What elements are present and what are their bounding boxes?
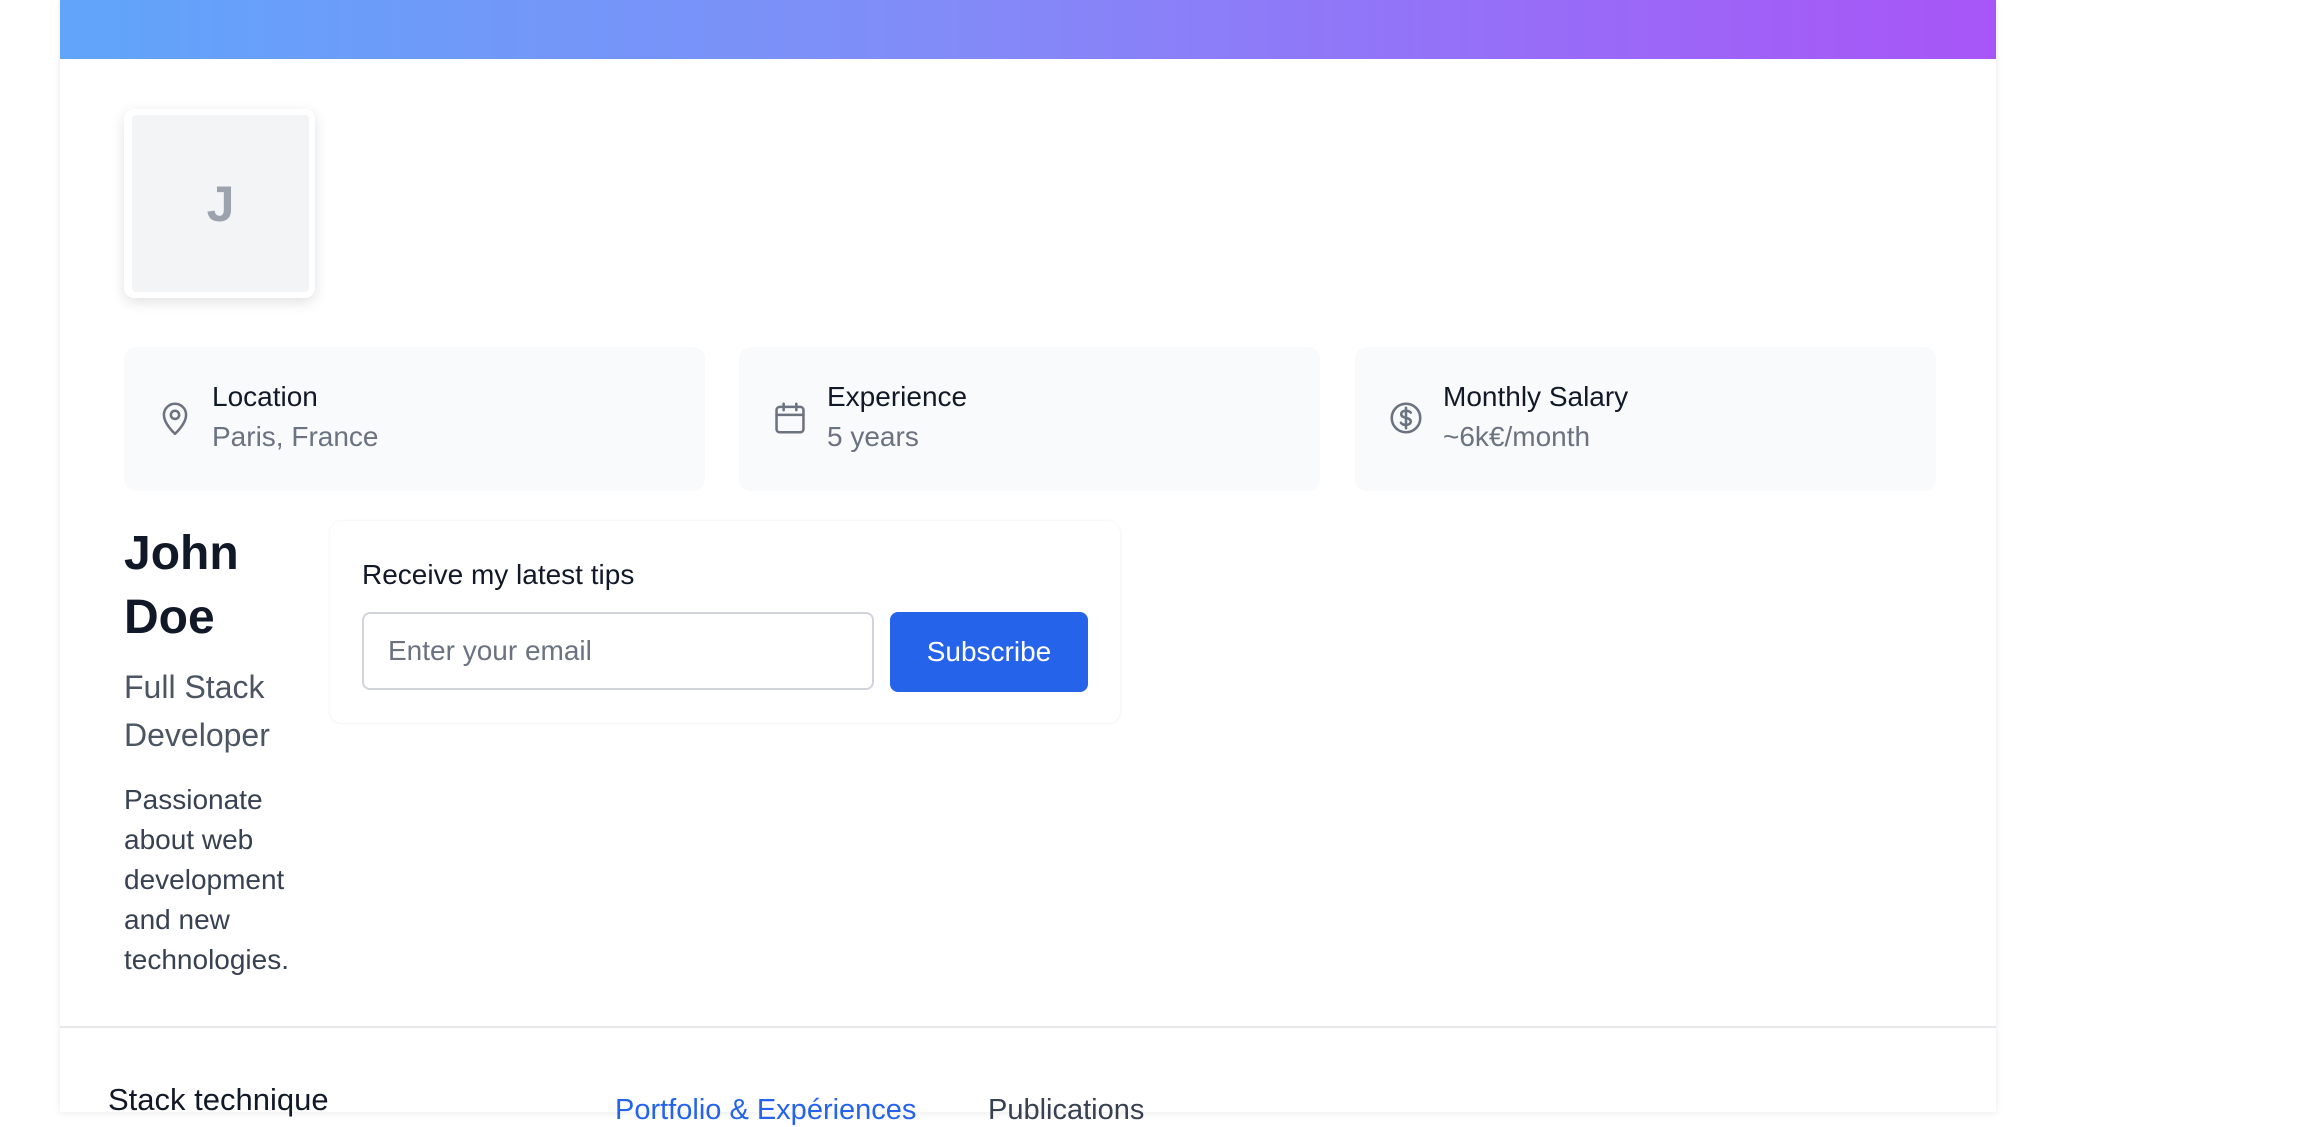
info-value: ~6k€/month (1443, 421, 1591, 452)
tab-portfolio[interactable]: Portfolio & Expériences (615, 1094, 916, 1127)
subscribe-button[interactable]: Subscribe (890, 612, 1088, 692)
calendar-icon (775, 402, 805, 434)
section-divider (60, 1026, 1996, 1028)
avatar-frame: J (124, 109, 315, 298)
profile-bio: Passionate about web development and new… (124, 784, 290, 975)
newsletter-box: Receive my latest tips Subscribe (330, 521, 1120, 723)
dollar-icon (1390, 402, 1422, 434)
info-label: Experience (827, 381, 968, 412)
tab-publications[interactable]: Publications (988, 1094, 1144, 1127)
info-card-location: Location Paris, France (124, 347, 705, 491)
info-value: 5 years (827, 421, 919, 452)
info-card-experience: Experience 5 years (739, 347, 1320, 491)
map-pin-icon (162, 402, 188, 436)
info-card-salary: Monthly Salary ~6k€/month (1355, 347, 1936, 491)
newsletter-title: Receive my latest tips (362, 559, 635, 590)
info-value: Paris, France (212, 421, 379, 452)
profile-name: John Doe (124, 527, 239, 644)
avatar: J (132, 115, 309, 292)
profile-role: Full Stack Developer (124, 669, 270, 753)
stack-title: Stack technique (108, 1082, 329, 1117)
profile-banner (60, 0, 1996, 59)
info-label: Location (212, 381, 318, 412)
email-field[interactable] (362, 612, 874, 690)
info-label: Monthly Salary (1443, 381, 1629, 412)
profile-card: J Location Paris, France Experience 5 ye… (60, 0, 1996, 1126)
